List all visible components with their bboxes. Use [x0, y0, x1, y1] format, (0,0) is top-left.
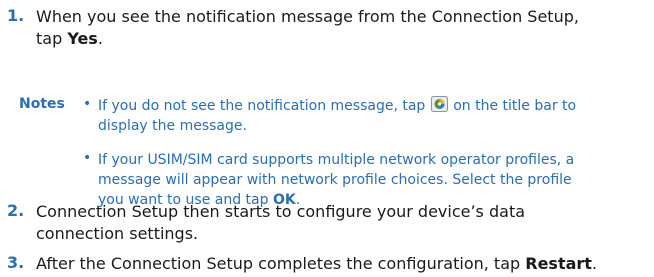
- step-3-text: After the Connection Setup completes the…: [36, 253, 648, 275]
- step-1-line-1: When you see the notification message fr…: [36, 7, 579, 26]
- step-1-text: When you see the notification message fr…: [36, 6, 648, 50]
- note-2-bullet: •: [83, 150, 92, 166]
- note-1-line-1b: on the title bar to: [448, 98, 577, 114]
- step-2-number: 2.: [7, 201, 25, 220]
- note-1-line-1a: If you do not see the notification messa…: [98, 98, 430, 114]
- step-1-end: .: [97, 29, 103, 48]
- step-2-line-2: connection settings.: [36, 224, 199, 243]
- note-1-bullet: •: [83, 96, 92, 112]
- notes-label: Notes: [19, 96, 65, 112]
- step-3-number: 3.: [7, 253, 25, 272]
- note-1-line-2: display the message.: [98, 118, 247, 134]
- connection-setup-icon: [430, 96, 448, 112]
- step-1-line-2: tap: [36, 29, 68, 48]
- step-3-line-1: After the Connection Setup completes the…: [36, 254, 526, 273]
- step-2-line-1: Connection Setup then starts to configur…: [36, 202, 526, 221]
- note-1-text: If you do not see the notification messa…: [98, 96, 638, 136]
- step-3-end: .: [591, 254, 598, 273]
- step-1-number: 1.: [7, 6, 25, 25]
- step-1-bold: Yes: [67, 29, 98, 48]
- step-3-bold: Restart: [525, 254, 592, 273]
- note-2-line-1: If your USIM/SIM card supports multiple …: [98, 152, 575, 168]
- note-2-line-2: message will appear with network profile…: [98, 172, 572, 188]
- step-2-text: Connection Setup then starts to configur…: [36, 201, 648, 245]
